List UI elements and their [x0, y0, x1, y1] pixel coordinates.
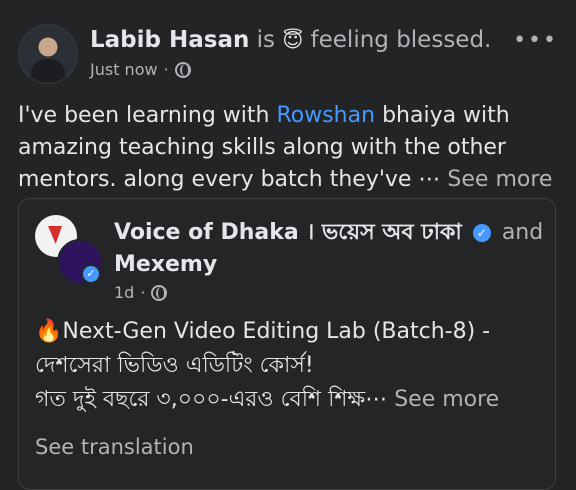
shared-see-more-link[interactable]: See more	[394, 387, 499, 412]
post-header: Labib Hasan is 😇 feeling blessed. Just n…	[18, 22, 558, 86]
shared-title: Voice of Dhaka । ভয়েস অব ঢাকা ✓ and Mex…	[114, 217, 554, 281]
see-translation-link[interactable]: See translation	[35, 435, 194, 459]
shared-line-2: দেশসেরা ভিডিও এডিটিং কোর্স!	[35, 353, 314, 378]
shared-globe-icon[interactable]	[151, 284, 168, 301]
post-meta: Just now ·	[90, 60, 191, 79]
shared-body: 🔥Next-Gen Video Editing Lab (Batch-8) - …	[35, 315, 541, 417]
shared-time[interactable]: 1d	[114, 283, 134, 302]
second-page-name[interactable]: Mexemy	[114, 252, 217, 277]
shared-meta-separator: ·	[140, 283, 146, 302]
more-options-icon[interactable]: •••	[513, 28, 558, 53]
and-text: and	[501, 220, 544, 245]
is-text: is	[256, 27, 276, 53]
post-time[interactable]: Just now	[90, 60, 158, 79]
feeling-emoji-icon: 😇	[282, 28, 304, 52]
see-more-link[interactable]: See more	[447, 167, 552, 192]
feeling-text: feeling blessed.	[310, 27, 492, 53]
verified-badge-icon: ✓	[81, 264, 101, 284]
post-title-line: Labib Hasan is 😇 feeling blessed.	[90, 26, 491, 54]
shared-page-name[interactable]: Voice of Dhaka । ভয়েস অব ঢাকা	[114, 220, 462, 245]
post-text-prefix: I've been learning with	[18, 103, 277, 128]
mention-link[interactable]: Rowshan	[276, 103, 375, 128]
shared-line-3-container: গত দুই বছরে ৩,০০০-এরও বেশি শিক্ষ⋯ See mo…	[35, 383, 541, 417]
globe-icon[interactable]	[174, 61, 191, 78]
author-name[interactable]: Labib Hasan	[90, 27, 249, 53]
shared-line-1: 🔥Next-Gen Video Editing Lab (Batch-8) -	[35, 319, 491, 344]
shared-post-card[interactable]: ✓ Voice of Dhaka । ভয়েস অব ঢাকা ✓ and M…	[18, 198, 556, 490]
verified-check-icon: ✓	[472, 224, 491, 242]
shared-line-3: গত দুই বছরে ৩,০০০-এরও বেশি শিক্ষ⋯	[35, 387, 395, 412]
meta-separator: ·	[163, 60, 169, 79]
post-text: I've been learning with Rowshan bhaiya w…	[18, 100, 566, 196]
shared-meta: 1d ·	[114, 283, 168, 302]
author-avatar[interactable]	[18, 24, 78, 84]
